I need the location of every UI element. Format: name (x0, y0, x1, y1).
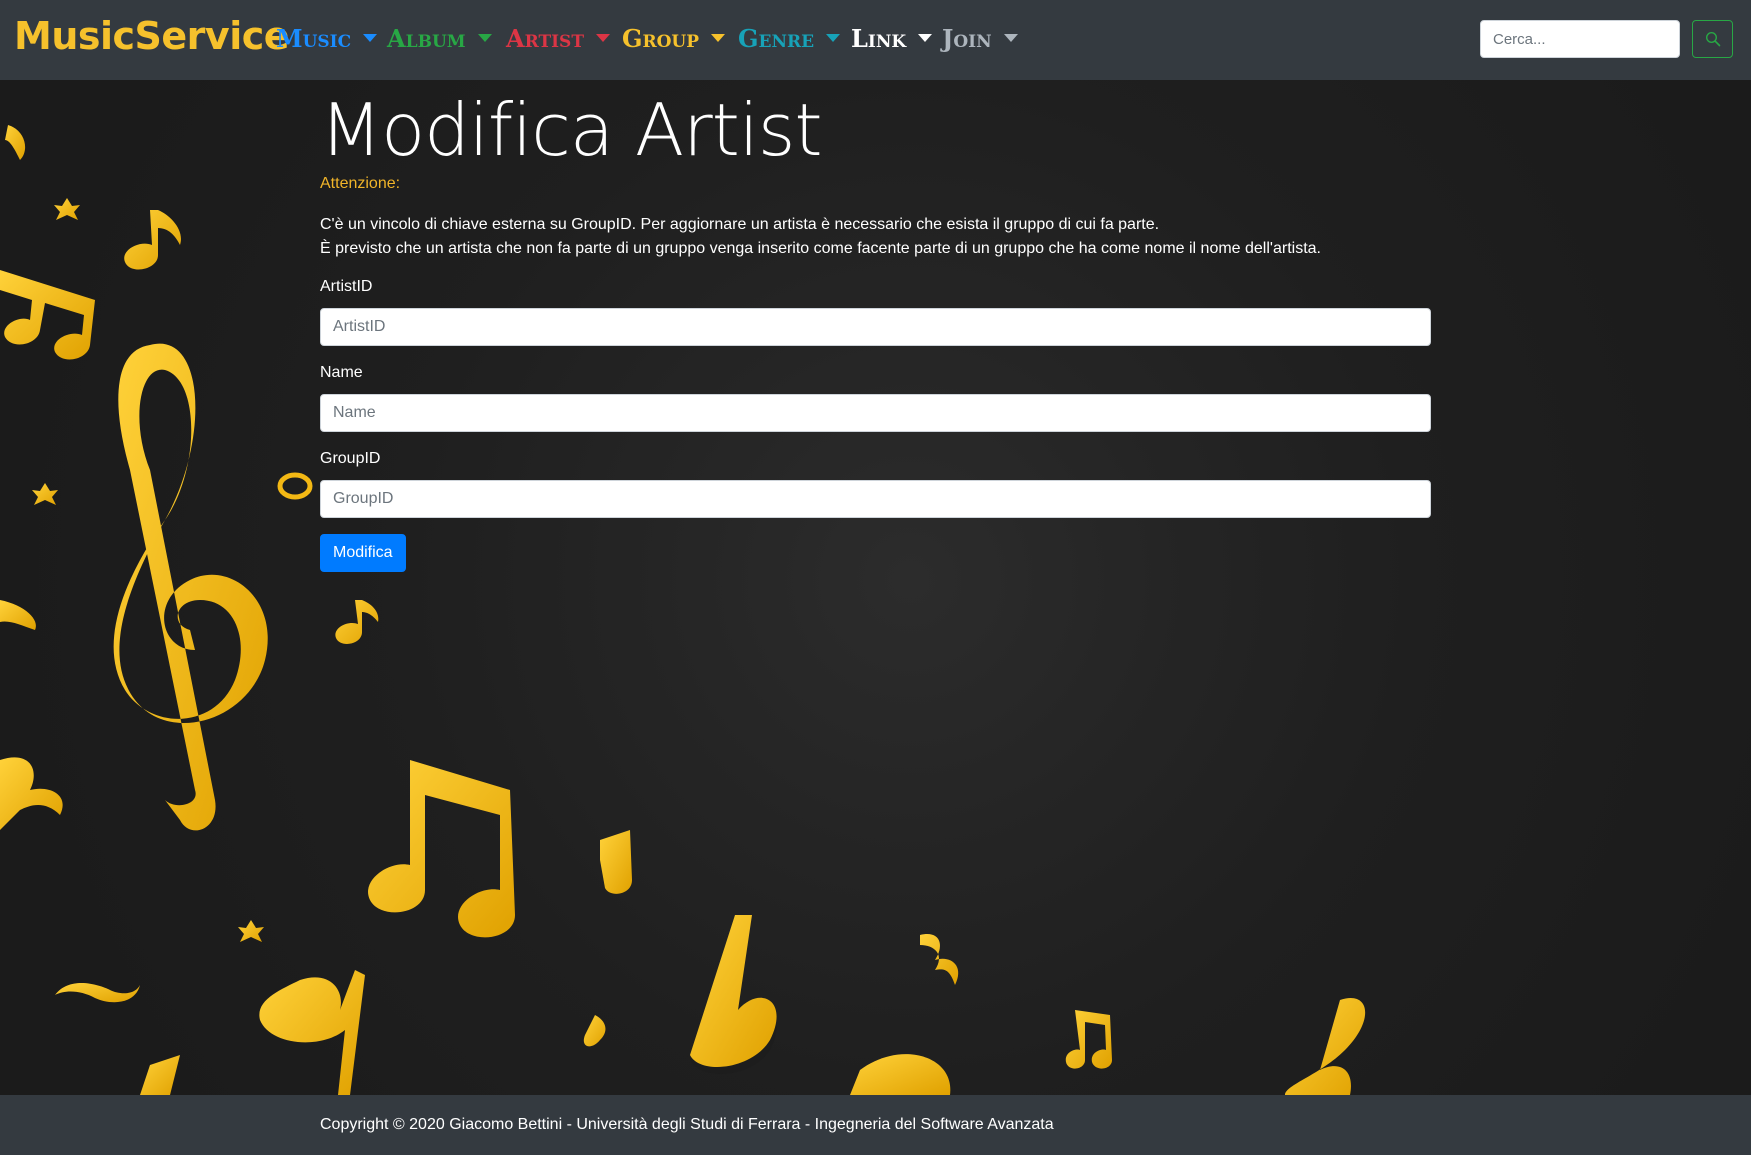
search-button[interactable] (1692, 20, 1733, 58)
nav-item-label: Music (276, 24, 352, 53)
chevron-down-icon (595, 33, 610, 42)
name-label: Name (320, 364, 363, 381)
info-text: C'è un vincolo di chiave esterna su Grou… (320, 213, 1321, 261)
nav-item-label: Artist (506, 24, 584, 53)
nav-item-link[interactable]: Link (851, 24, 933, 53)
groupid-label: GroupID (320, 450, 381, 467)
artistid-input[interactable] (320, 308, 1431, 346)
nav-item-music[interactable]: Music (276, 24, 378, 53)
chevron-down-icon (1003, 33, 1018, 42)
search-input[interactable] (1480, 20, 1680, 58)
nav-item-group[interactable]: Group (622, 24, 726, 53)
page-title: Modifica Artist (320, 88, 823, 172)
nav-item-label: Genre (738, 24, 815, 53)
nav-item-genre[interactable]: Genre (738, 24, 841, 53)
name-input[interactable] (320, 394, 1431, 432)
nav-item-label: Join (942, 24, 992, 53)
nav-item-label: Group (622, 24, 700, 53)
info-line-2: È previsto che un artista che non fa par… (320, 240, 1321, 257)
nav-item-artist[interactable]: Artist (506, 24, 610, 53)
navbar: MusicService Music Album Artist Group Ge… (0, 0, 1751, 80)
brand-logo[interactable]: MusicService (14, 14, 290, 58)
info-line-1: C'è un vincolo di chiave esterna su Grou… (320, 216, 1160, 233)
chevron-down-icon (711, 33, 726, 42)
nav-item-join[interactable]: Join (942, 24, 1018, 53)
footer-copyright: Copyright © 2020 Giacomo Bettini - Unive… (320, 1116, 1054, 1133)
nav-item-album[interactable]: Album (387, 24, 492, 53)
nav-item-label: Link (851, 24, 907, 53)
modifica-button[interactable]: Modifica (320, 534, 406, 572)
footer: Copyright © 2020 Giacomo Bettini - Unive… (0, 1095, 1751, 1155)
search-icon (1705, 31, 1720, 47)
chevron-down-icon (826, 33, 841, 42)
nav-item-label: Album (387, 24, 466, 53)
chevron-down-icon (918, 33, 933, 42)
warning-text: Attenzione: (320, 175, 401, 192)
groupid-input[interactable] (320, 480, 1431, 518)
chevron-down-icon (477, 33, 492, 42)
artistid-label: ArtistID (320, 278, 373, 295)
chevron-down-icon (363, 33, 378, 42)
